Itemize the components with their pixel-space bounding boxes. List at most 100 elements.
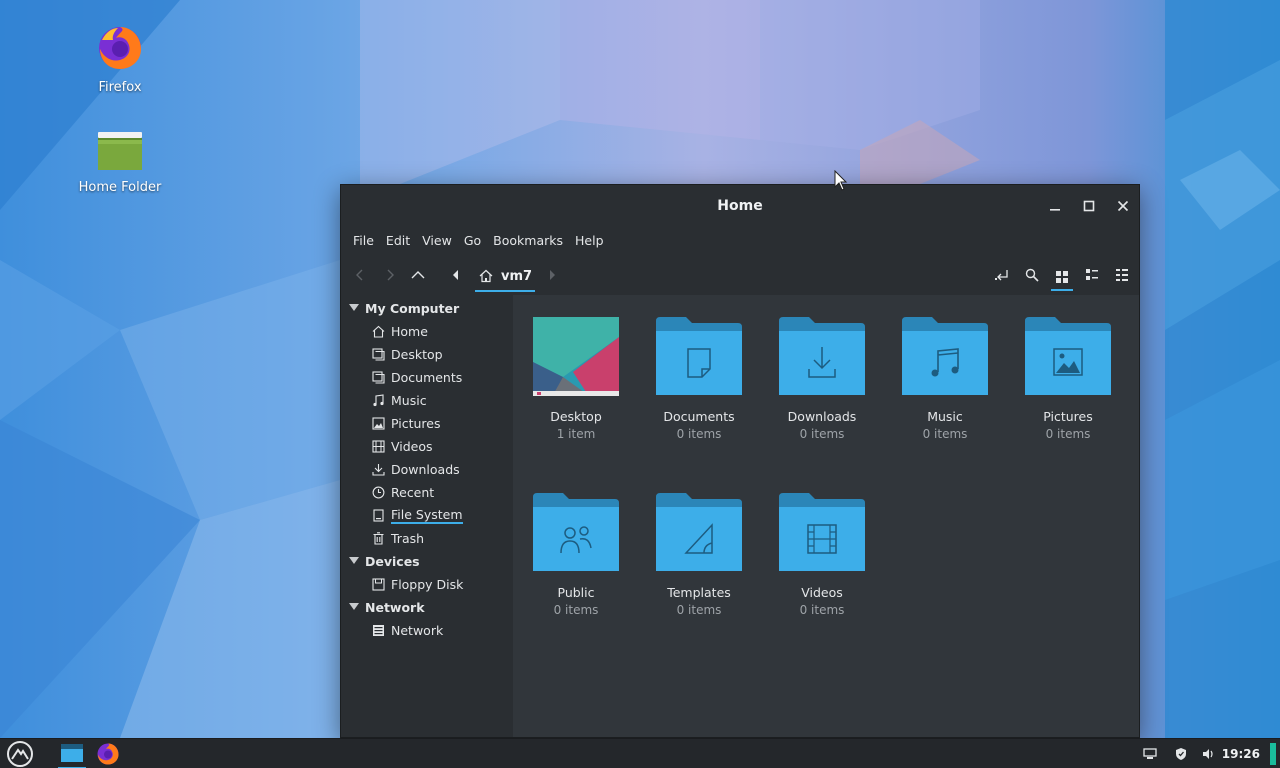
sidebar-group-label: Devices	[365, 553, 420, 569]
file-item-music[interactable]: Music 0 items	[890, 317, 1000, 441]
chevron-down-icon	[349, 304, 359, 311]
detail-view-icon	[1116, 269, 1128, 281]
desktop-icon	[371, 347, 385, 361]
sidebar-group-my-computer[interactable]: My Computer	[349, 298, 459, 318]
window-titlebar[interactable]: Home	[341, 185, 1139, 227]
sidebar-item-trash[interactable]: Trash	[371, 528, 424, 548]
desktop-thumbnail	[533, 317, 619, 396]
sidebar-group-label: Network	[365, 599, 425, 615]
maximize-button[interactable]	[1079, 196, 1099, 216]
sidebar-item-documents[interactable]: Documents	[371, 367, 462, 387]
sidebar-item-home[interactable]: Home	[371, 321, 428, 341]
window-title: Home	[717, 198, 763, 214]
sidebar-item-label: Downloads	[391, 461, 460, 477]
sidebar-item-pictures[interactable]: Pictures	[371, 413, 441, 433]
minimize-icon	[1050, 209, 1060, 211]
prev-crumb-icon	[453, 270, 458, 280]
file-view: Desktop 1 item Documents 0 items Downloa…	[513, 295, 1139, 737]
sidebar-item-label: Videos	[391, 438, 433, 454]
menu-help[interactable]: Help	[569, 233, 610, 248]
recent-icon	[371, 485, 385, 499]
file-item-count: 0 items	[553, 603, 599, 617]
compact-view-button[interactable]	[1081, 265, 1103, 285]
close-icon	[1117, 200, 1129, 212]
breadcrumb-home[interactable]: vm7	[475, 262, 535, 292]
back-button[interactable]	[349, 265, 371, 285]
file-item-count: 0 items	[799, 427, 845, 441]
network-icon	[371, 623, 385, 637]
taskbar-firefox[interactable]	[94, 739, 122, 768]
close-button[interactable]	[1113, 196, 1133, 216]
taskbar-clock[interactable]: 19:26	[1222, 739, 1260, 768]
desktop-icon-firefox[interactable]: Firefox	[70, 24, 170, 95]
sidebar-item-network[interactable]: Network	[371, 620, 443, 640]
file-manager-icon	[61, 744, 83, 762]
icon-view-button[interactable]	[1051, 265, 1073, 291]
sidebar-item-label: Home	[391, 323, 428, 339]
chevron-down-icon	[349, 557, 359, 564]
file-manager-window: Home File Edit View Go Bookmarks Help vm…	[340, 184, 1140, 738]
menu-file[interactable]: File	[347, 233, 380, 248]
downloads-icon	[371, 462, 385, 476]
file-item-name: Videos	[801, 585, 843, 600]
breadcrumb-next-button[interactable]	[541, 265, 563, 285]
folder-icon	[70, 128, 170, 176]
launcher-icon	[7, 741, 33, 767]
sidebar-item-downloads[interactable]: Downloads	[371, 459, 460, 479]
volume-tray-icon	[1203, 749, 1213, 759]
sidebar-item-file-system[interactable]: File System	[371, 505, 463, 525]
documents-icon	[371, 370, 385, 384]
home-icon	[371, 324, 385, 338]
folder-public-icon	[533, 493, 619, 571]
show-desktop-button[interactable]	[1270, 743, 1276, 765]
application-launcher-button[interactable]	[4, 739, 36, 768]
shield-tray-icon	[1176, 748, 1186, 760]
folder-videos-icon	[779, 493, 865, 571]
sidebar-group-devices[interactable]: Devices	[349, 551, 420, 571]
sidebar-item-videos[interactable]: Videos	[371, 436, 433, 456]
firefox-icon	[70, 24, 170, 76]
file-item-desktop[interactable]: Desktop 1 item	[521, 317, 631, 441]
file-item-templates[interactable]: Templates 0 items	[644, 493, 754, 617]
search-button[interactable]	[1021, 265, 1043, 285]
file-item-name: Downloads	[787, 409, 857, 424]
sidebar-item-desktop[interactable]: Desktop	[371, 344, 443, 364]
file-item-name: Pictures	[1043, 409, 1093, 424]
menu-bar: File Edit View Go Bookmarks Help	[341, 229, 1139, 251]
network-tray-icon	[1143, 748, 1157, 759]
file-item-name: Desktop	[550, 409, 602, 424]
file-item-public[interactable]: Public 0 items	[521, 493, 631, 617]
menu-go[interactable]: Go	[458, 233, 487, 248]
sidebar-group-network[interactable]: Network	[349, 597, 425, 617]
minimize-button[interactable]	[1045, 196, 1065, 216]
file-item-videos[interactable]: Videos 0 items	[767, 493, 877, 617]
menu-view[interactable]: View	[416, 233, 458, 248]
sidebar-item-label: File System	[391, 506, 463, 524]
sidebar-item-recent[interactable]: Recent	[371, 482, 434, 502]
icon-view-icon	[1056, 271, 1068, 283]
detail-view-button[interactable]	[1111, 265, 1133, 285]
places-sidebar: My Computer Home Desktop Documents Music…	[341, 295, 511, 737]
file-item-downloads[interactable]: Downloads 0 items	[767, 317, 877, 441]
maximize-icon	[1083, 200, 1095, 212]
breadcrumb-prev-button[interactable]	[445, 265, 467, 285]
up-button[interactable]	[407, 265, 429, 285]
sidebar-item-label: Network	[391, 622, 444, 638]
taskbar-file-manager[interactable]	[58, 739, 86, 768]
sidebar-item-floppy-disk[interactable]: Floppy Disk	[371, 574, 463, 594]
shield-tray-button[interactable]	[1171, 739, 1191, 768]
menu-edit[interactable]: Edit	[380, 233, 416, 248]
volume-tray-button[interactable]	[1199, 739, 1219, 768]
forward-button[interactable]	[379, 265, 401, 285]
open-terminal-button[interactable]	[991, 265, 1013, 285]
home-icon	[479, 269, 493, 283]
file-item-documents[interactable]: Documents 0 items	[644, 317, 754, 441]
sidebar-item-music[interactable]: Music	[371, 390, 427, 410]
menu-bookmarks[interactable]: Bookmarks	[487, 233, 569, 248]
sidebar-item-label: Recent	[391, 484, 435, 500]
desktop-icon-home-folder[interactable]: Home Folder	[70, 128, 170, 195]
file-item-pictures[interactable]: Pictures 0 items	[1013, 317, 1123, 441]
videos-icon	[371, 439, 385, 453]
filesystem-icon	[371, 508, 385, 522]
network-tray-button[interactable]	[1140, 739, 1160, 768]
